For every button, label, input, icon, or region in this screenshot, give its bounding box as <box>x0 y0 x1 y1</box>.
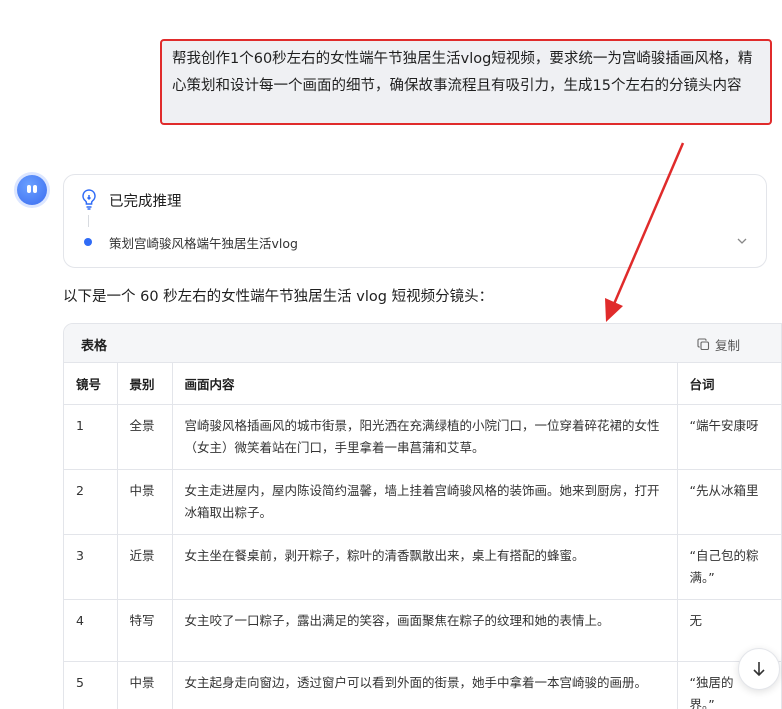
header-shot-number: 镜号 <box>64 363 118 405</box>
cell-dialogue: “自己包的粽 满。” <box>677 534 781 600</box>
reasoning-step: 策划宫崎骏风格端午独居生活vlog <box>109 236 298 251</box>
table-row: 5 中景 女主起身走向窗边，透过窗户可以看到外面的街景，她手中拿着一本宫崎骏的画册。… <box>64 661 781 709</box>
cell-scene-content: 女主起身走向窗边，透过窗户可以看到外面的街景，她手中拿着一本宫崎骏的画册。 <box>172 661 678 709</box>
header-scene-content: 画面内容 <box>172 363 678 405</box>
copy-icon <box>697 338 710 351</box>
cell-scene-content: 女主坐在餐桌前，剥开粽子，粽叶的清香飘散出来，桌上有搭配的蜂蜜。 <box>172 534 678 600</box>
cell-scene-content: 女主咬了一口粽子，露出满足的笑容，画面聚焦在粽子的纹理和她的表情上。 <box>172 599 678 662</box>
lightbulb-icon <box>82 189 96 210</box>
storyboard-table-card: 表格 复制 镜号 景别 画面内容 台词 1 全景 宫崎骏风格插画风的城市街景，阳光洒… <box>63 323 782 709</box>
cell-shot-number: 2 <box>64 469 118 535</box>
table-row: 4 特写 女主咬了一口粽子，露出满足的笑容，画面聚焦在粽子的纹理和她的表情上。无 <box>64 599 781 662</box>
cell-scene-content: 女主走进屋内，屋内陈设简约温馨，墙上挂着宫崎骏风格的装饰画。她来到厨房，打开冰箱… <box>172 469 678 535</box>
storyboard-table: 镜号 景别 画面内容 台词 1 全景 宫崎骏风格插画风的城市街景，阳光洒在充满绿植的… <box>64 363 781 709</box>
cell-shot-type: 中景 <box>117 661 173 709</box>
chevron-down-icon[interactable] <box>736 235 748 247</box>
cell-shot-type: 特写 <box>117 599 173 662</box>
timeline-line <box>88 215 89 227</box>
copy-button[interactable]: 复制 <box>697 335 740 354</box>
table-header-row: 镜号 景别 画面内容 台词 <box>64 363 781 405</box>
user-message-bubble: 帮我创作1个60秒左右的女性端午节独居生活vlog短视频，要求统一为宫崎骏插画风… <box>160 39 772 125</box>
cell-dialogue: “端午安康呀 <box>677 404 781 470</box>
cell-scene-content: 宫崎骏风格插画风的城市街景，阳光洒在充满绿植的小院门口，一位穿着碎花裙的女性（女… <box>172 404 678 470</box>
scroll-to-bottom-button[interactable] <box>738 648 780 690</box>
cell-shot-type: 全景 <box>117 404 173 470</box>
cell-shot-number: 3 <box>64 534 118 600</box>
header-dialogue: 台词 <box>677 363 781 405</box>
cell-shot-type: 中景 <box>117 469 173 535</box>
copy-label: 复制 <box>715 338 741 353</box>
step-dot <box>84 238 92 246</box>
table-row: 1 全景 宫崎骏风格插画风的城市街景，阳光洒在充满绿植的小院门口，一位穿着碎花裙的女… <box>64 404 781 470</box>
table-row: 3 近景 女主坐在餐桌前，剥开粽子，粽叶的清香飘散出来，桌上有搭配的蜂蜜。 “自己包的… <box>64 534 781 600</box>
table-header-bar: 表格 复制 <box>64 324 781 363</box>
cell-dialogue: “先从冰箱里 <box>677 469 781 535</box>
table-title: 表格 <box>81 339 108 354</box>
arrow-down-icon <box>753 662 765 677</box>
cell-shot-number: 4 <box>64 599 118 662</box>
reasoning-status: 已完成推理 <box>109 194 182 210</box>
reasoning-panel[interactable]: 已完成推理 策划宫崎骏风格端午独居生活vlog <box>63 174 767 268</box>
user-message-text: 帮我创作1个60秒左右的女性端午节独居生活vlog短视频，要求统一为宫崎骏插画风… <box>172 51 753 94</box>
cell-shot-number: 1 <box>64 404 118 470</box>
header-shot-type: 景别 <box>117 363 173 405</box>
cell-shot-number: 5 <box>64 661 118 709</box>
assistant-avatar <box>17 175 47 205</box>
table-row: 2 中景 女主走进屋内，屋内陈设简约温馨，墙上挂着宫崎骏风格的装饰画。她来到厨房，打… <box>64 469 781 535</box>
intro-text: 以下是一个 60 秒左右的女性端午节独居生活 vlog 短视频分镜头： <box>63 289 494 305</box>
cell-shot-type: 近景 <box>117 534 173 600</box>
